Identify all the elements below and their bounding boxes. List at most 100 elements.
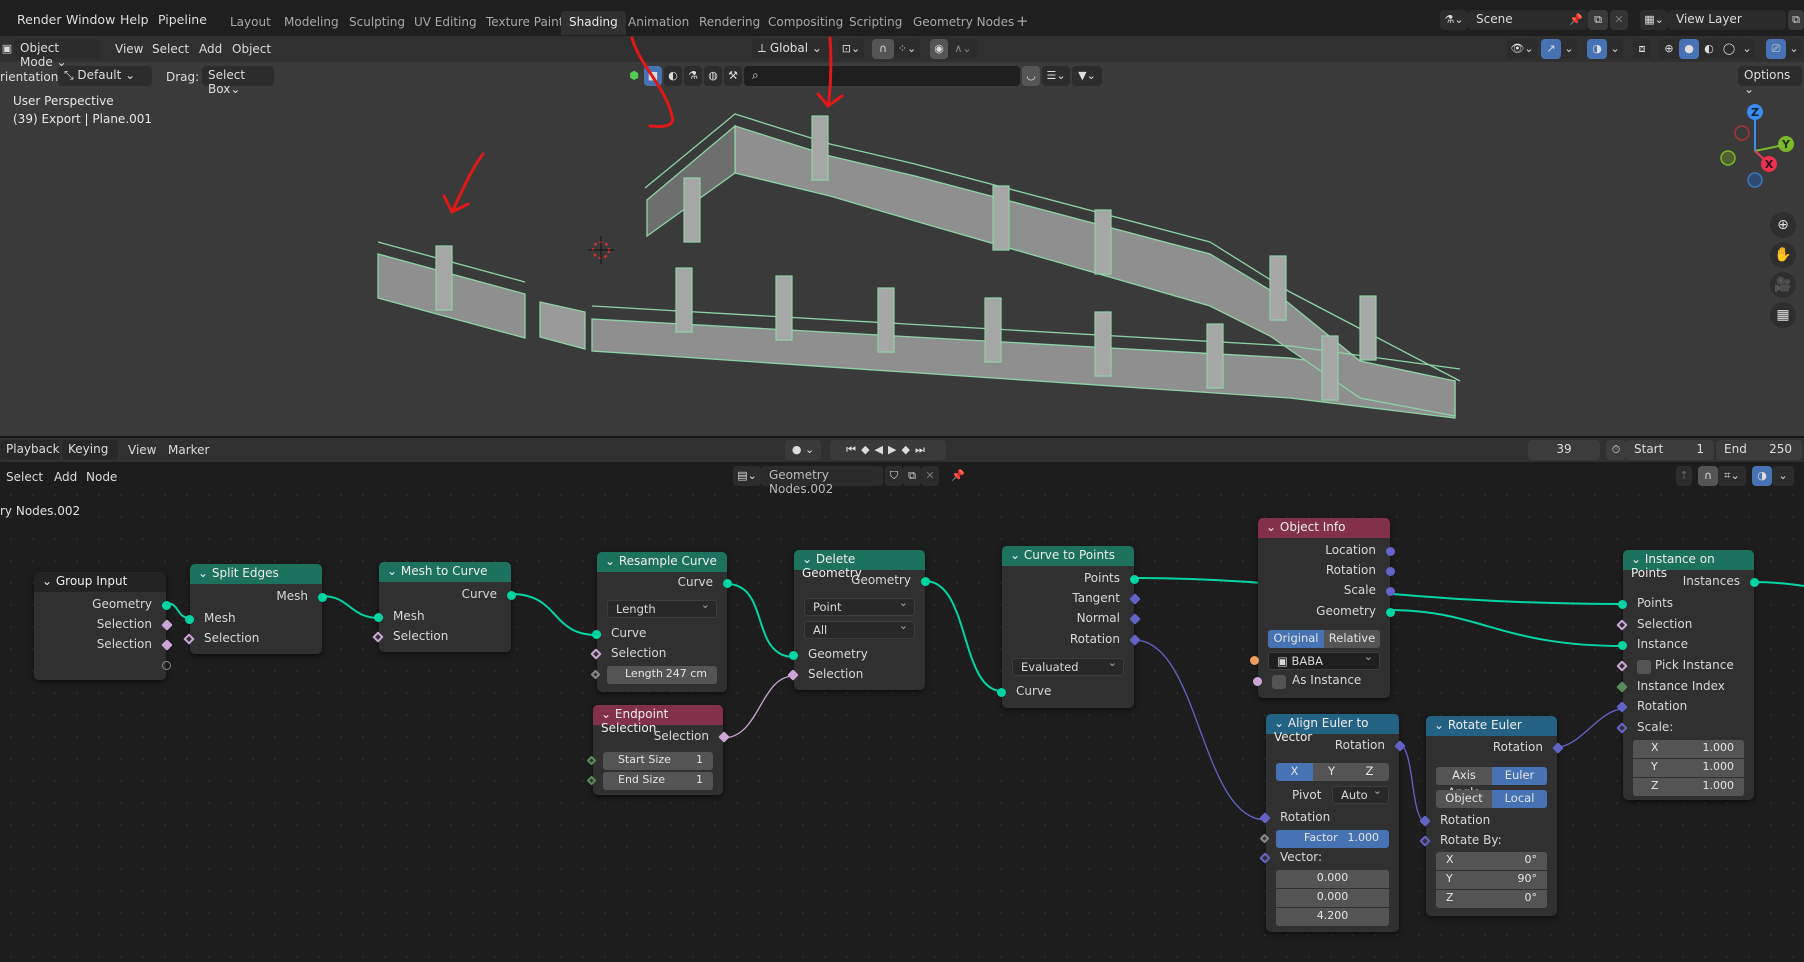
pin-tree-icon[interactable]: 📌 [948, 466, 968, 486]
node-tree-name-field[interactable]: Geometry Nodes.002 [761, 466, 883, 496]
euler-toggle[interactable]: Euler [1492, 767, 1547, 785]
playback-controls[interactable]: ⏮◆◀▶◆⏭ [830, 440, 946, 460]
node-curve-to-points[interactable]: ⌄ Curve to Points Points Tangent Normal … [997, 546, 1141, 708]
tab-texture-paint[interactable]: Texture Paint [478, 11, 571, 35]
input-socket[interactable] [590, 648, 602, 660]
node-menu-add[interactable]: Add [54, 470, 77, 484]
original-toggle[interactable]: Original [1268, 630, 1324, 648]
tab-sculpting[interactable]: Sculpting [341, 11, 413, 35]
node-overlays-icon[interactable]: ◑ [1752, 466, 1772, 486]
input-socket[interactable] [1253, 677, 1262, 686]
axis-z-toggle[interactable]: Z [1350, 763, 1389, 781]
new-scene-icon[interactable]: ⧉ [1588, 10, 1608, 30]
output-socket[interactable] [162, 601, 171, 610]
factor-field[interactable]: Factor 1.000 [1259, 830, 1389, 848]
pin-scene-icon[interactable]: 📌 [1566, 10, 1586, 30]
next-keyframe-icon[interactable]: ◆ [901, 443, 914, 456]
tab-modeling[interactable]: Modeling [276, 11, 347, 35]
vector-z-field[interactable]: 4.200 [1276, 908, 1389, 926]
scene-browse-icon[interactable]: ⚗⌄ [1440, 10, 1468, 30]
input-socket[interactable] [374, 613, 383, 622]
add-workspace-button[interactable]: + [1008, 8, 1037, 32]
tab-rendering[interactable]: Rendering [691, 11, 768, 35]
node-group-input[interactable]: ⌄ Group Input Geometry Selection Selecti… [34, 572, 173, 680]
node-mesh-to-curve[interactable]: ⌄ Mesh to Curve Curve Mesh Selection [372, 562, 516, 652]
scale-x-field[interactable]: X 1.000 [1633, 740, 1744, 758]
node-header[interactable]: ⌄ Resample Curve [597, 552, 727, 572]
delete-mode-dropdown[interactable]: All [804, 619, 915, 639]
timeline-menu-view[interactable]: View [128, 443, 156, 457]
input-socket[interactable] [1259, 812, 1271, 824]
fake-user-icon[interactable]: ⛉ [885, 466, 903, 486]
output-socket[interactable] [1129, 593, 1141, 605]
input-socket[interactable] [1616, 681, 1628, 693]
local-space-toggle[interactable]: Local [1492, 790, 1547, 808]
output-socket[interactable] [1552, 742, 1564, 754]
pan-hand-icon[interactable]: ✋ [1770, 242, 1796, 268]
tab-compositing[interactable]: Compositing [760, 11, 851, 35]
tab-geometry-nodes[interactable]: Geometry Nodes [905, 11, 1022, 35]
input-socket[interactable] [1616, 722, 1628, 734]
node-header[interactable]: ⌄ Rotate Euler [1426, 716, 1557, 736]
node-header[interactable]: ⌄ Endpoint Selection [593, 705, 723, 735]
as-instance-checkbox[interactable] [1272, 675, 1286, 689]
node-endpoint-selection[interactable]: ⌄ Endpoint Selection Selection Start Siz… [586, 705, 730, 795]
input-socket[interactable] [590, 669, 601, 680]
rotate-z-field[interactable]: Z 0° [1436, 890, 1547, 908]
output-socket[interactable] [1129, 634, 1141, 646]
menu-window[interactable]: Window [66, 12, 115, 27]
empty-socket[interactable] [162, 661, 171, 670]
unlink-tree-icon[interactable]: ✕ [921, 466, 939, 486]
input-socket[interactable] [1616, 619, 1628, 631]
output-socket[interactable] [1394, 740, 1406, 752]
node-align-euler-to-vector[interactable]: ⌄ Align Euler to Vector Rotation X Y Z P… [1259, 714, 1406, 932]
input-socket[interactable] [1616, 701, 1628, 713]
scale-z-field[interactable]: Z 1.000 [1633, 778, 1744, 796]
node-header[interactable]: ⌄ Mesh to Curve [379, 562, 511, 582]
input-socket[interactable] [1250, 656, 1259, 665]
start-size-field[interactable]: Start Size 1 [586, 752, 713, 770]
output-socket[interactable] [1386, 608, 1395, 617]
input-socket[interactable] [997, 688, 1006, 697]
node-header[interactable]: ⌄ Split Edges [190, 564, 322, 584]
node-header[interactable]: ⌄ Align Euler to Vector [1266, 714, 1399, 744]
object-space-toggle[interactable]: Object [1436, 790, 1492, 808]
input-socket[interactable] [586, 775, 597, 786]
zoom-icon[interactable]: ⊕ [1770, 212, 1796, 238]
delete-scene-icon[interactable]: ✕ [1610, 10, 1628, 30]
stopwatch-icon[interactable]: ⏱ [1606, 440, 1626, 460]
start-frame-field[interactable]: Start 1 [1626, 440, 1714, 460]
jump-start-icon[interactable]: ⏮ [846, 443, 861, 456]
object-field[interactable]: ▣ BABA [1250, 650, 1380, 670]
axis-y-toggle[interactable]: Y [1313, 763, 1350, 781]
prev-keyframe-icon[interactable]: ◆ [861, 443, 874, 456]
node-rotate-euler[interactable]: ⌄ Rotate Euler Rotation Axis Angle Euler… [1419, 716, 1564, 916]
scene-canvas[interactable] [0, 36, 1804, 436]
input-socket[interactable] [586, 755, 597, 766]
input-socket[interactable] [787, 669, 799, 681]
input-socket[interactable] [789, 651, 798, 660]
node-header[interactable]: ⌄ Curve to Points [1002, 546, 1134, 566]
input-socket[interactable] [1618, 641, 1627, 650]
3d-viewport[interactable]: ▣ Object Mode ⌄ View Select Add Object ⟂… [0, 36, 1804, 436]
tab-shading[interactable]: Shading [561, 11, 626, 35]
node-object-info[interactable]: ⌄ Object Info Location Rotation Scale Ge… [1250, 518, 1395, 698]
length-field[interactable]: Length 247 cm [590, 666, 717, 684]
ortho-grid-icon[interactable]: ▦ [1770, 302, 1796, 328]
pick-instance-checkbox[interactable] [1637, 660, 1651, 674]
node-header[interactable]: ⌄ Group Input [34, 572, 166, 592]
rotate-x-field[interactable]: X 0° [1436, 852, 1547, 870]
axis-angle-toggle[interactable]: Axis Angle [1436, 767, 1492, 799]
output-socket[interactable] [1129, 613, 1141, 625]
input-socket[interactable] [1618, 600, 1627, 609]
auto-keying-icon[interactable]: ● ⌄ [785, 440, 821, 460]
tab-layout[interactable]: Layout [222, 11, 279, 35]
node-resample-curve[interactable]: ⌄ Resample Curve Curve Length Curve Sele… [590, 552, 732, 692]
playback-menu[interactable]: Playback ⌄ [0, 440, 60, 470]
node-editor[interactable]: Select Add Node ▤⌄ Geometry Nodes.002 ⛉ … [0, 462, 1804, 962]
domain-dropdown[interactable]: Point [804, 596, 915, 616]
camera-view-icon[interactable]: 🎥 [1770, 272, 1796, 298]
input-socket[interactable] [185, 615, 194, 624]
resample-mode-dropdown[interactable]: Length [607, 598, 717, 618]
output-socket[interactable] [161, 639, 173, 651]
